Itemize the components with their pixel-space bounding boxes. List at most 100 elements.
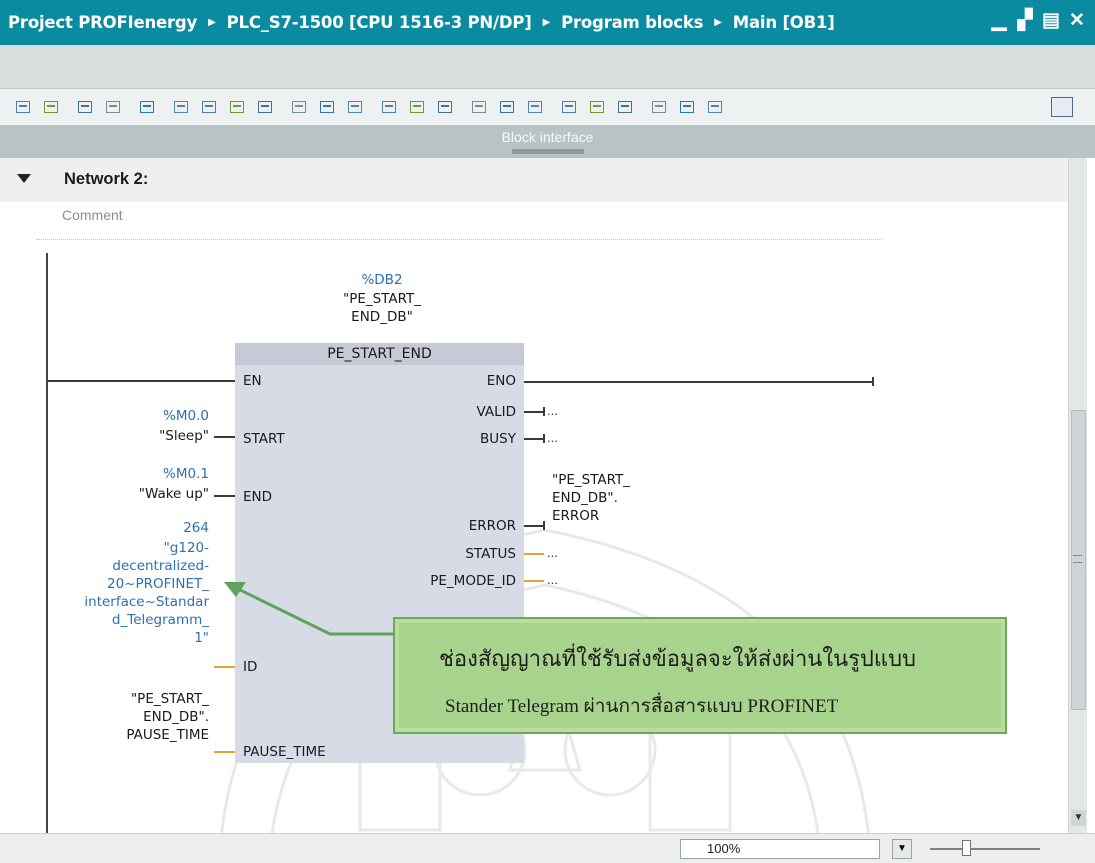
status-wire (524, 553, 544, 555)
start-operand-name[interactable]: "Sleep" (159, 428, 209, 444)
close-branch-icon[interactable] (408, 97, 428, 117)
start-operand-address[interactable]: %M0.0 (163, 408, 209, 424)
busy-operand[interactable]: ... (547, 430, 558, 445)
instance-db-address[interactable]: %DB2 (330, 272, 434, 288)
pause-time-operand-3[interactable]: PAUSE_TIME (126, 727, 209, 743)
network-comments-icon[interactable] (256, 97, 276, 117)
breadcrumb-program-blocks[interactable]: Program blocks (561, 13, 703, 32)
assignment-icon[interactable] (650, 97, 670, 117)
id-operand-line-5[interactable]: d_Telegramm_ (112, 612, 209, 628)
network-header: Network 2: (0, 158, 1068, 202)
breadcrumb-separator-icon: ▶ (714, 17, 722, 28)
busy-wire-end (543, 434, 545, 443)
absolute-operand-icon[interactable] (138, 97, 158, 117)
pin-busy: BUSY (480, 431, 516, 447)
error-wire (524, 525, 544, 527)
end-operand-name[interactable]: "Wake up" (139, 486, 209, 502)
restore-icon[interactable]: ▞ (1015, 10, 1035, 32)
instance-db-name-1[interactable]: "PE_START_ (320, 291, 444, 307)
breadcrumb-main[interactable]: Main [OB1] (733, 13, 835, 32)
id-operand-line-3[interactable]: 20~PROFINET_ (107, 576, 209, 592)
pin-status: STATUS (465, 546, 516, 562)
id-operand-value[interactable]: 264 (183, 520, 209, 536)
pause-time-wire (214, 751, 235, 753)
cross-reference-icon[interactable] (616, 97, 636, 117)
zoom-slider[interactable] (930, 848, 1040, 850)
end-wire (214, 495, 235, 497)
function-block-type: PE_START_END (235, 343, 524, 365)
window-controls: ▁ ▞ ▤ ✕ (989, 10, 1087, 32)
pe-mode-id-wire (524, 580, 544, 582)
error-operand-3[interactable]: ERROR (552, 508, 599, 524)
open-branch-icon[interactable] (380, 97, 400, 117)
go-offline-icon[interactable] (560, 97, 580, 117)
breadcrumb-project[interactable]: Project PROFIenergy (8, 13, 197, 32)
block-interface-bar[interactable]: Block interface (0, 125, 1095, 158)
scroll-down-icon[interactable]: ▼ (1071, 810, 1086, 826)
favorites-icon[interactable] (290, 97, 310, 117)
valid-wire (524, 411, 544, 413)
monitoring-icon[interactable] (436, 97, 456, 117)
id-operand-line-4[interactable]: interface~Standar (84, 594, 209, 610)
zoom-slider-knob[interactable] (962, 840, 971, 856)
pin-error: ERROR (468, 518, 516, 534)
insert-network-icon[interactable] (14, 97, 34, 117)
power-rail (46, 253, 48, 839)
network-overview-icon[interactable] (172, 97, 192, 117)
minimize-icon[interactable]: ▁ (989, 10, 1009, 32)
open-all-networks-icon[interactable] (200, 97, 220, 117)
pin-valid: VALID (476, 404, 516, 420)
force-icon[interactable] (498, 97, 518, 117)
insert-row-icon[interactable] (76, 97, 96, 117)
title-bar: Project PROFIenergy ▶ PLC_S7-1500 [CPU 1… (0, 0, 1095, 45)
close-all-networks-icon[interactable] (228, 97, 248, 117)
valid-wire-end (543, 407, 545, 416)
go-online-icon[interactable] (526, 97, 546, 117)
delete-network-icon[interactable] (42, 97, 62, 117)
id-wire (214, 666, 235, 668)
network-title[interactable]: Network 2: (64, 170, 148, 189)
breadcrumb-plc[interactable]: PLC_S7-1500 [CPU 1516-3 PN/DP] (227, 13, 532, 32)
breadcrumb-separator-icon: ▶ (542, 17, 551, 28)
id-operand-line-1[interactable]: "g120- (164, 540, 209, 556)
pin-eno: ENO (486, 373, 516, 389)
layout-icon[interactable] (1051, 97, 1073, 117)
pin-en: EN (243, 373, 262, 389)
end-operand-address[interactable]: %M0.1 (163, 466, 209, 482)
download-icon[interactable] (706, 97, 726, 117)
empty-box-icon[interactable] (318, 97, 338, 117)
annotation-line-1: ช่องสัญญาณที่ใช้รับส่งข้อมูลจะให้ส่งผ่าน… (439, 647, 917, 672)
zoom-dropdown-icon[interactable]: ▼ (892, 839, 912, 859)
add-row-icon[interactable] (104, 97, 124, 117)
id-operand-line-2[interactable]: decentralized- (112, 558, 209, 574)
close-icon[interactable]: ✕ (1067, 10, 1087, 32)
annotation-line-2: Stander Telegram ผ่านการสื่อสารแบบ PROFI… (445, 696, 839, 717)
network-comment[interactable]: Comment (62, 207, 123, 223)
status-operand[interactable]: ... (547, 545, 558, 560)
splitter-grip[interactable] (512, 149, 584, 154)
maximize-icon[interactable]: ▤ (1041, 10, 1061, 32)
id-operand-line-6[interactable]: 1" (194, 630, 209, 646)
ladder-box-icon[interactable] (346, 97, 366, 117)
vertical-scrollbar[interactable]: ▼ (1068, 158, 1087, 833)
pin-end: END (243, 489, 273, 505)
call-hierarchy-icon[interactable] (588, 97, 608, 117)
pause-time-operand-2[interactable]: END_DB". (143, 709, 209, 725)
valid-operand[interactable]: ... (547, 403, 558, 418)
editor-toolbar (0, 89, 1095, 125)
pe-mode-id-operand[interactable]: ... (547, 572, 558, 587)
start-wire (214, 436, 235, 438)
error-operand-2[interactable]: END_DB". (552, 490, 618, 506)
collapse-network-icon[interactable] (17, 174, 31, 183)
pause-time-operand-1[interactable]: "PE_START_ (131, 691, 209, 707)
editor-header-strip (0, 45, 1095, 89)
error-operand-1[interactable]: "PE_START_ (552, 472, 630, 488)
busy-wire (524, 438, 544, 440)
pin-pe-mode-id: PE_MODE_ID (430, 573, 516, 589)
en-wire (48, 380, 235, 382)
modify-icon[interactable] (470, 97, 490, 117)
compare-icon[interactable] (678, 97, 698, 117)
zoom-input[interactable]: 100% (680, 839, 880, 859)
pin-pause-time: PAUSE_TIME (243, 744, 326, 760)
instance-db-name-2[interactable]: END_DB" (320, 309, 444, 325)
